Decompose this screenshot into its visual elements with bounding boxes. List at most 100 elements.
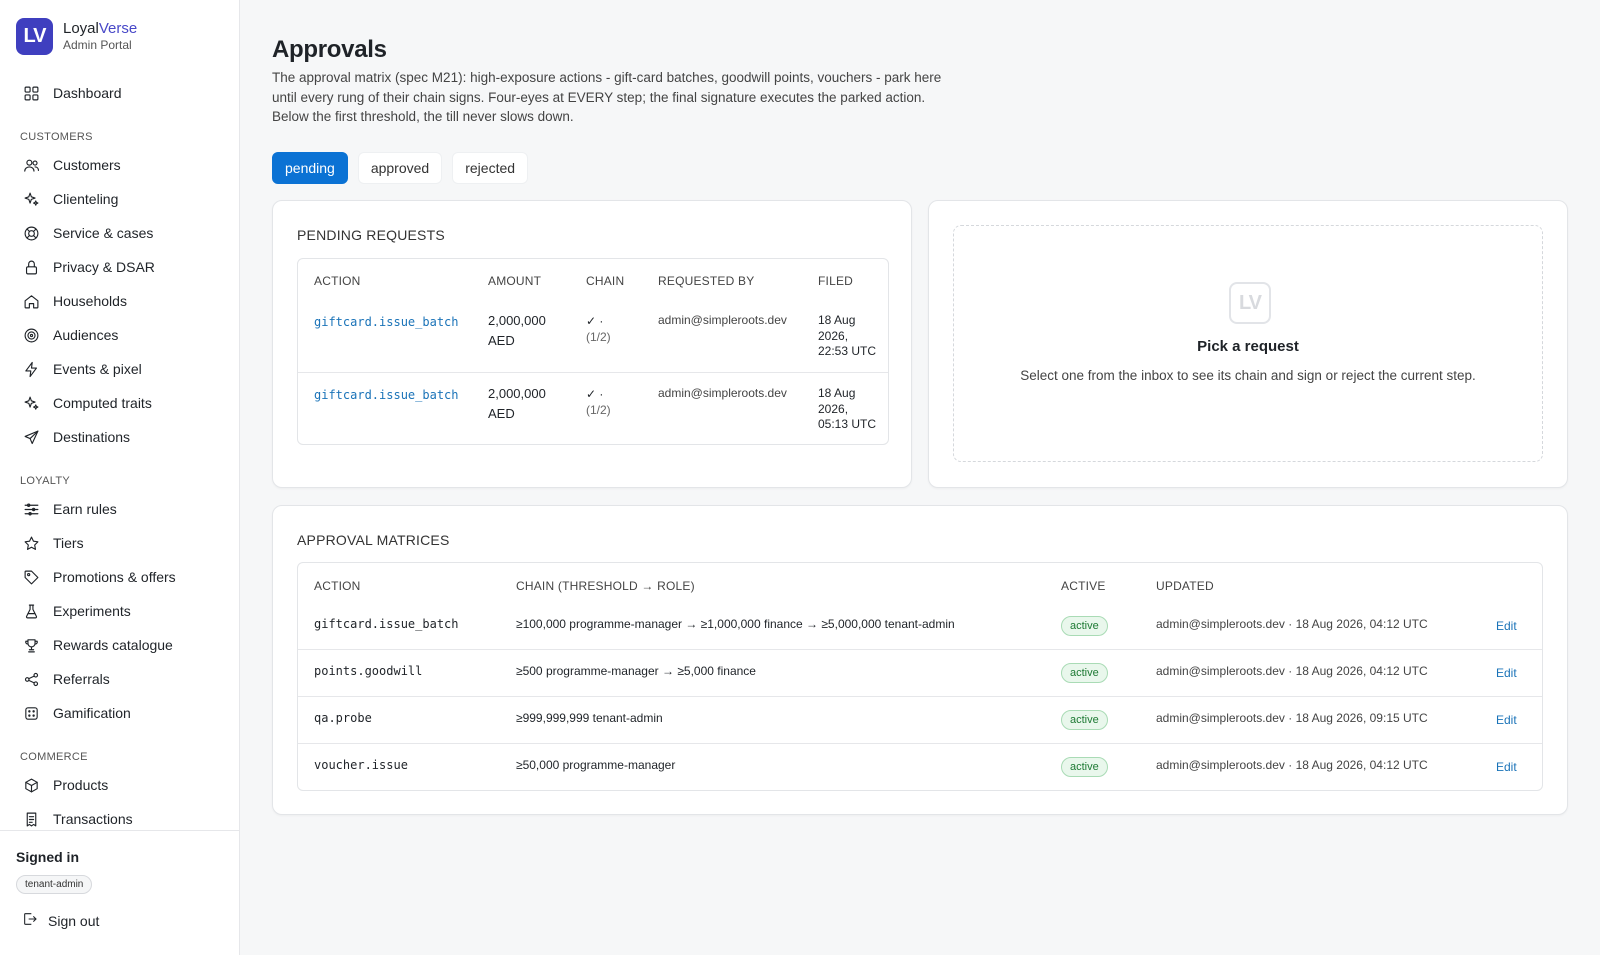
sidebar-item-referrals[interactable]: Referrals <box>0 662 239 696</box>
request-chain: ✓ · (1/2) <box>586 387 611 417</box>
matrix-action: points.goodwill <box>314 664 423 678</box>
sidebar-item-label: Clienteling <box>53 191 119 207</box>
sliders-icon <box>22 500 40 518</box>
matrix-updated: admin@simpleroots.dev · 18 Aug 2026, 09:… <box>1156 711 1428 725</box>
request-amount: 2,000,000 AED <box>488 386 546 421</box>
sidebar-item-dashboard[interactable]: Dashboard <box>0 76 239 110</box>
request-detail-card: LV Pick a request Select one from the in… <box>928 200 1568 488</box>
sidebar-item-label: Products <box>53 777 109 793</box>
matrix-updated: admin@simpleroots.dev · 18 Aug 2026, 04:… <box>1156 758 1428 772</box>
sidebar-item-events[interactable]: Events & pixel <box>0 352 239 386</box>
role-badge: tenant-admin <box>16 875 93 894</box>
signed-in-label: Signed in <box>16 849 79 865</box>
approval-matrices-card: APPROVAL MATRICES ACTION CHAIN (THRESHOL… <box>272 505 1568 815</box>
tab-pending[interactable]: pending <box>272 152 348 184</box>
row-divider <box>298 743 1542 744</box>
sidebar-item-label: Service & cases <box>53 225 154 241</box>
edit-matrix-button[interactable]: Edit <box>1496 713 1517 727</box>
tab-approved[interactable]: approved <box>357 152 443 184</box>
matrix-action: giftcard.issue_batch <box>314 617 459 631</box>
matrix-updated: admin@simpleroots.dev · 18 Aug 2026, 04:… <box>1156 664 1428 678</box>
edit-matrix-button[interactable]: Edit <box>1496 619 1517 633</box>
col-header-active: ACTIVE <box>1061 579 1106 593</box>
sidebar-item-earn-rules[interactable]: Earn rules <box>0 492 239 526</box>
col-header-updated: UPDATED <box>1156 579 1214 593</box>
sign-out-button[interactable]: Sign out <box>22 911 99 930</box>
col-header-filed: FILED <box>818 274 854 288</box>
empty-state-logo: LV <box>1229 282 1271 324</box>
request-requested-by: admin@simpleroots.dev <box>658 386 787 400</box>
sign-out-icon <box>22 911 48 930</box>
nav-section-loyalty: LOYALTY <box>20 475 70 487</box>
nav-section-customers: CUSTOMERS <box>20 131 93 143</box>
sidebar-item-privacy[interactable]: Privacy & DSAR <box>0 250 239 284</box>
matrix-chain: ≥500 programme-manager → ≥5,000 finance <box>516 664 756 678</box>
sidebar-item-audiences[interactable]: Audiences <box>0 318 239 352</box>
sign-out-label: Sign out <box>48 912 100 929</box>
sidebar-item-customers[interactable]: Customers <box>0 148 239 182</box>
row-divider <box>298 696 1542 697</box>
sidebar-item-transactions[interactable]: Transactions <box>0 802 239 830</box>
brand-logo: LV <box>16 18 53 55</box>
brand[interactable]: LV LoyalVerse Admin Portal <box>16 18 137 55</box>
lifebuoy-icon <box>22 224 40 242</box>
dice-icon <box>22 704 40 722</box>
sidebar-item-label: Computed traits <box>53 395 152 411</box>
status-badge: active <box>1061 616 1108 636</box>
status-badge: active <box>1061 710 1108 730</box>
status-badge: active <box>1061 757 1108 777</box>
matrix-action: qa.probe <box>314 711 372 725</box>
sidebar-item-households[interactable]: Households <box>0 284 239 318</box>
col-header-action: ACTION <box>314 274 361 288</box>
share-icon <box>22 670 40 688</box>
sparkles-icon <box>22 190 40 208</box>
home-icon <box>22 292 40 310</box>
sidebar-item-label: Earn rules <box>53 501 117 517</box>
empty-state-text: Select one from the inbox to see its cha… <box>1020 368 1476 383</box>
edit-matrix-button[interactable]: Edit <box>1496 666 1517 680</box>
sidebar-item-tiers[interactable]: Tiers <box>0 526 239 560</box>
col-header-requested-by: REQUESTED BY <box>658 274 755 288</box>
sidebar-item-products[interactable]: Products <box>0 768 239 802</box>
matrix-chain: ≥999,999,999 tenant-admin <box>516 711 663 725</box>
request-action-link[interactable]: giftcard.issue_batch <box>314 386 459 406</box>
star-icon <box>22 534 40 552</box>
sidebar-item-gamification[interactable]: Gamification <box>0 696 239 730</box>
sidebar: LV LoyalVerse Admin Portal Dashboard CUS… <box>0 0 240 955</box>
sidebar-item-computed-traits[interactable]: Computed traits <box>0 386 239 420</box>
matrix-chain: ≥50,000 programme-manager <box>516 758 676 772</box>
sidebar-item-promotions[interactable]: Promotions & offers <box>0 560 239 594</box>
empty-state: LV Pick a request Select one from the in… <box>953 225 1543 462</box>
edit-matrix-button[interactable]: Edit <box>1496 760 1517 774</box>
users-icon <box>22 156 40 174</box>
request-filed: 18 Aug 2026, 05:13 UTC <box>818 386 877 431</box>
request-chain: ✓ · (1/2) <box>586 314 611 344</box>
matrix-chain: ≥100,000 programme-manager → ≥1,000,000 … <box>516 617 955 631</box>
sidebar-item-label: Customers <box>53 157 121 173</box>
sidebar-item-destinations[interactable]: Destinations <box>0 420 239 454</box>
col-header-chain: CHAIN (THRESHOLD → ROLE) <box>516 579 695 593</box>
sidebar-item-label: Events & pixel <box>53 361 142 377</box>
row-divider <box>298 649 1542 650</box>
matrix-action: voucher.issue <box>314 758 408 772</box>
sidebar-item-rewards[interactable]: Rewards catalogue <box>0 628 239 662</box>
approval-matrices-title: APPROVAL MATRICES <box>297 532 450 548</box>
pending-requests-card: PENDING REQUESTS ACTION AMOUNT CHAIN REQ… <box>272 200 912 488</box>
request-amount: 2,000,000 AED <box>488 313 546 348</box>
pending-requests-table: ACTION AMOUNT CHAIN REQUESTED BY FILED g… <box>297 258 889 445</box>
page-description: The approval matrix (spec M21): high-exp… <box>272 70 942 124</box>
sidebar-item-label: Audiences <box>53 327 119 343</box>
sidebar-item-label: Dashboard <box>53 85 122 101</box>
request-requested-by: admin@simpleroots.dev <box>658 313 787 327</box>
sidebar-item-service-cases[interactable]: Service & cases <box>0 216 239 250</box>
request-filed: 18 Aug 2026, 22:53 UTC <box>818 313 877 358</box>
receipt-icon <box>22 810 40 828</box>
request-action-link[interactable]: giftcard.issue_batch <box>314 313 459 333</box>
grid-icon <box>22 84 40 102</box>
sidebar-item-clienteling[interactable]: Clienteling <box>0 182 239 216</box>
sidebar-item-experiments[interactable]: Experiments <box>0 594 239 628</box>
box-icon <box>22 776 40 794</box>
status-tabs: pending approved rejected <box>272 152 529 184</box>
tab-rejected[interactable]: rejected <box>452 152 529 184</box>
empty-state-title: Pick a request <box>1197 338 1299 355</box>
